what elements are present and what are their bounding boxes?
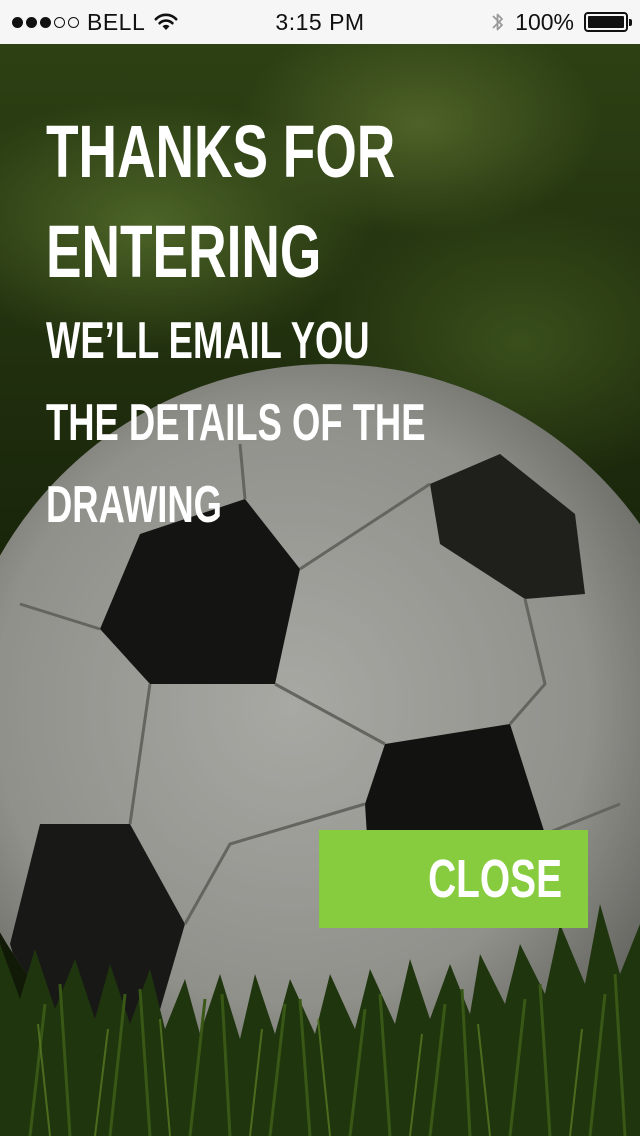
bluetooth-icon xyxy=(492,13,504,31)
confirmation-message: THANKS FOR ENTERING WE’LL EMAIL YOU THE … xyxy=(46,102,606,546)
subtitle-line-2: THE DETAILS OF THE xyxy=(46,394,426,452)
battery-percent: 100% xyxy=(515,8,574,35)
subtitle-line-3: DRAWING xyxy=(46,476,222,534)
battery-tip xyxy=(629,19,632,26)
close-button[interactable]: CLOSE xyxy=(319,830,588,928)
status-bar: BELL 3:15 PM 100% xyxy=(0,0,640,44)
title-line-2: ENTERING xyxy=(46,210,322,293)
battery-fill xyxy=(588,16,624,28)
status-right: 100% xyxy=(491,0,632,44)
screen: BELL 3:15 PM 100% THANKS FOR ENTERING WE… xyxy=(0,0,640,1136)
subtitle-line-1: WE’LL EMAIL YOU xyxy=(46,312,370,370)
close-button-label: CLOSE xyxy=(428,849,562,909)
battery-icon xyxy=(584,12,632,32)
title-line-1: THANKS FOR xyxy=(46,110,396,193)
